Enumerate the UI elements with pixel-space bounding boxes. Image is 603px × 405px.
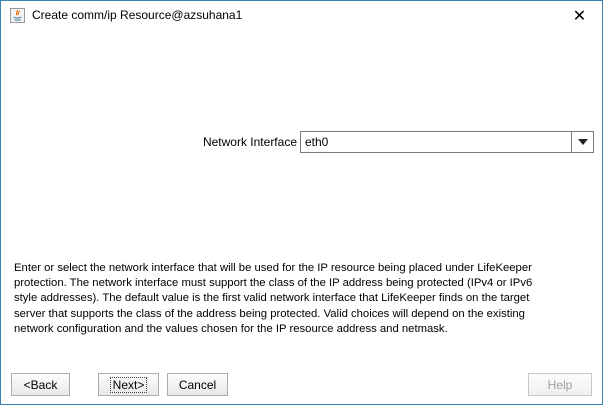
help-line: Enter or select the network interface th… [14,262,532,274]
next-button-label: Next> [109,376,148,393]
help-line: network configuration and the values cho… [14,322,448,335]
dropdown-button[interactable] [571,132,593,152]
close-icon: ✕ [572,6,587,25]
help-line: server that supports the class of the ad… [14,307,525,320]
next-button[interactable]: Next> [98,373,159,396]
cancel-button-label: Cancel [178,377,217,392]
help-button[interactable]: Help [528,373,592,396]
java-app-icon [10,8,25,23]
help-button-label: Help [547,377,573,392]
help-line: style addresses). The default value is t… [14,292,530,305]
dialog-window: Create comm/ip Resource@azsuhana1 ✕ Netw… [0,0,603,405]
cancel-button[interactable]: Cancel [167,373,228,396]
network-interface-value[interactable]: eth0 [305,135,328,149]
title-bar[interactable]: Create comm/ip Resource@azsuhana1 ✕ [1,1,602,31]
network-interface-label: Network Interface [202,135,297,149]
window-title: Create comm/ip Resource@azsuhana1 [32,8,243,22]
back-button-label: <Back [23,377,58,392]
network-interface-combobox[interactable]: eth0 [300,131,594,153]
help-line: protection. The network interface must s… [14,277,533,290]
close-button[interactable]: ✕ [557,1,602,30]
dialog-content: Network Interface eth0 Enter or select t… [1,31,602,404]
chevron-down-icon [577,139,588,145]
back-button[interactable]: <Back [11,373,70,396]
help-description: Enter or select the network interface th… [14,261,594,337]
